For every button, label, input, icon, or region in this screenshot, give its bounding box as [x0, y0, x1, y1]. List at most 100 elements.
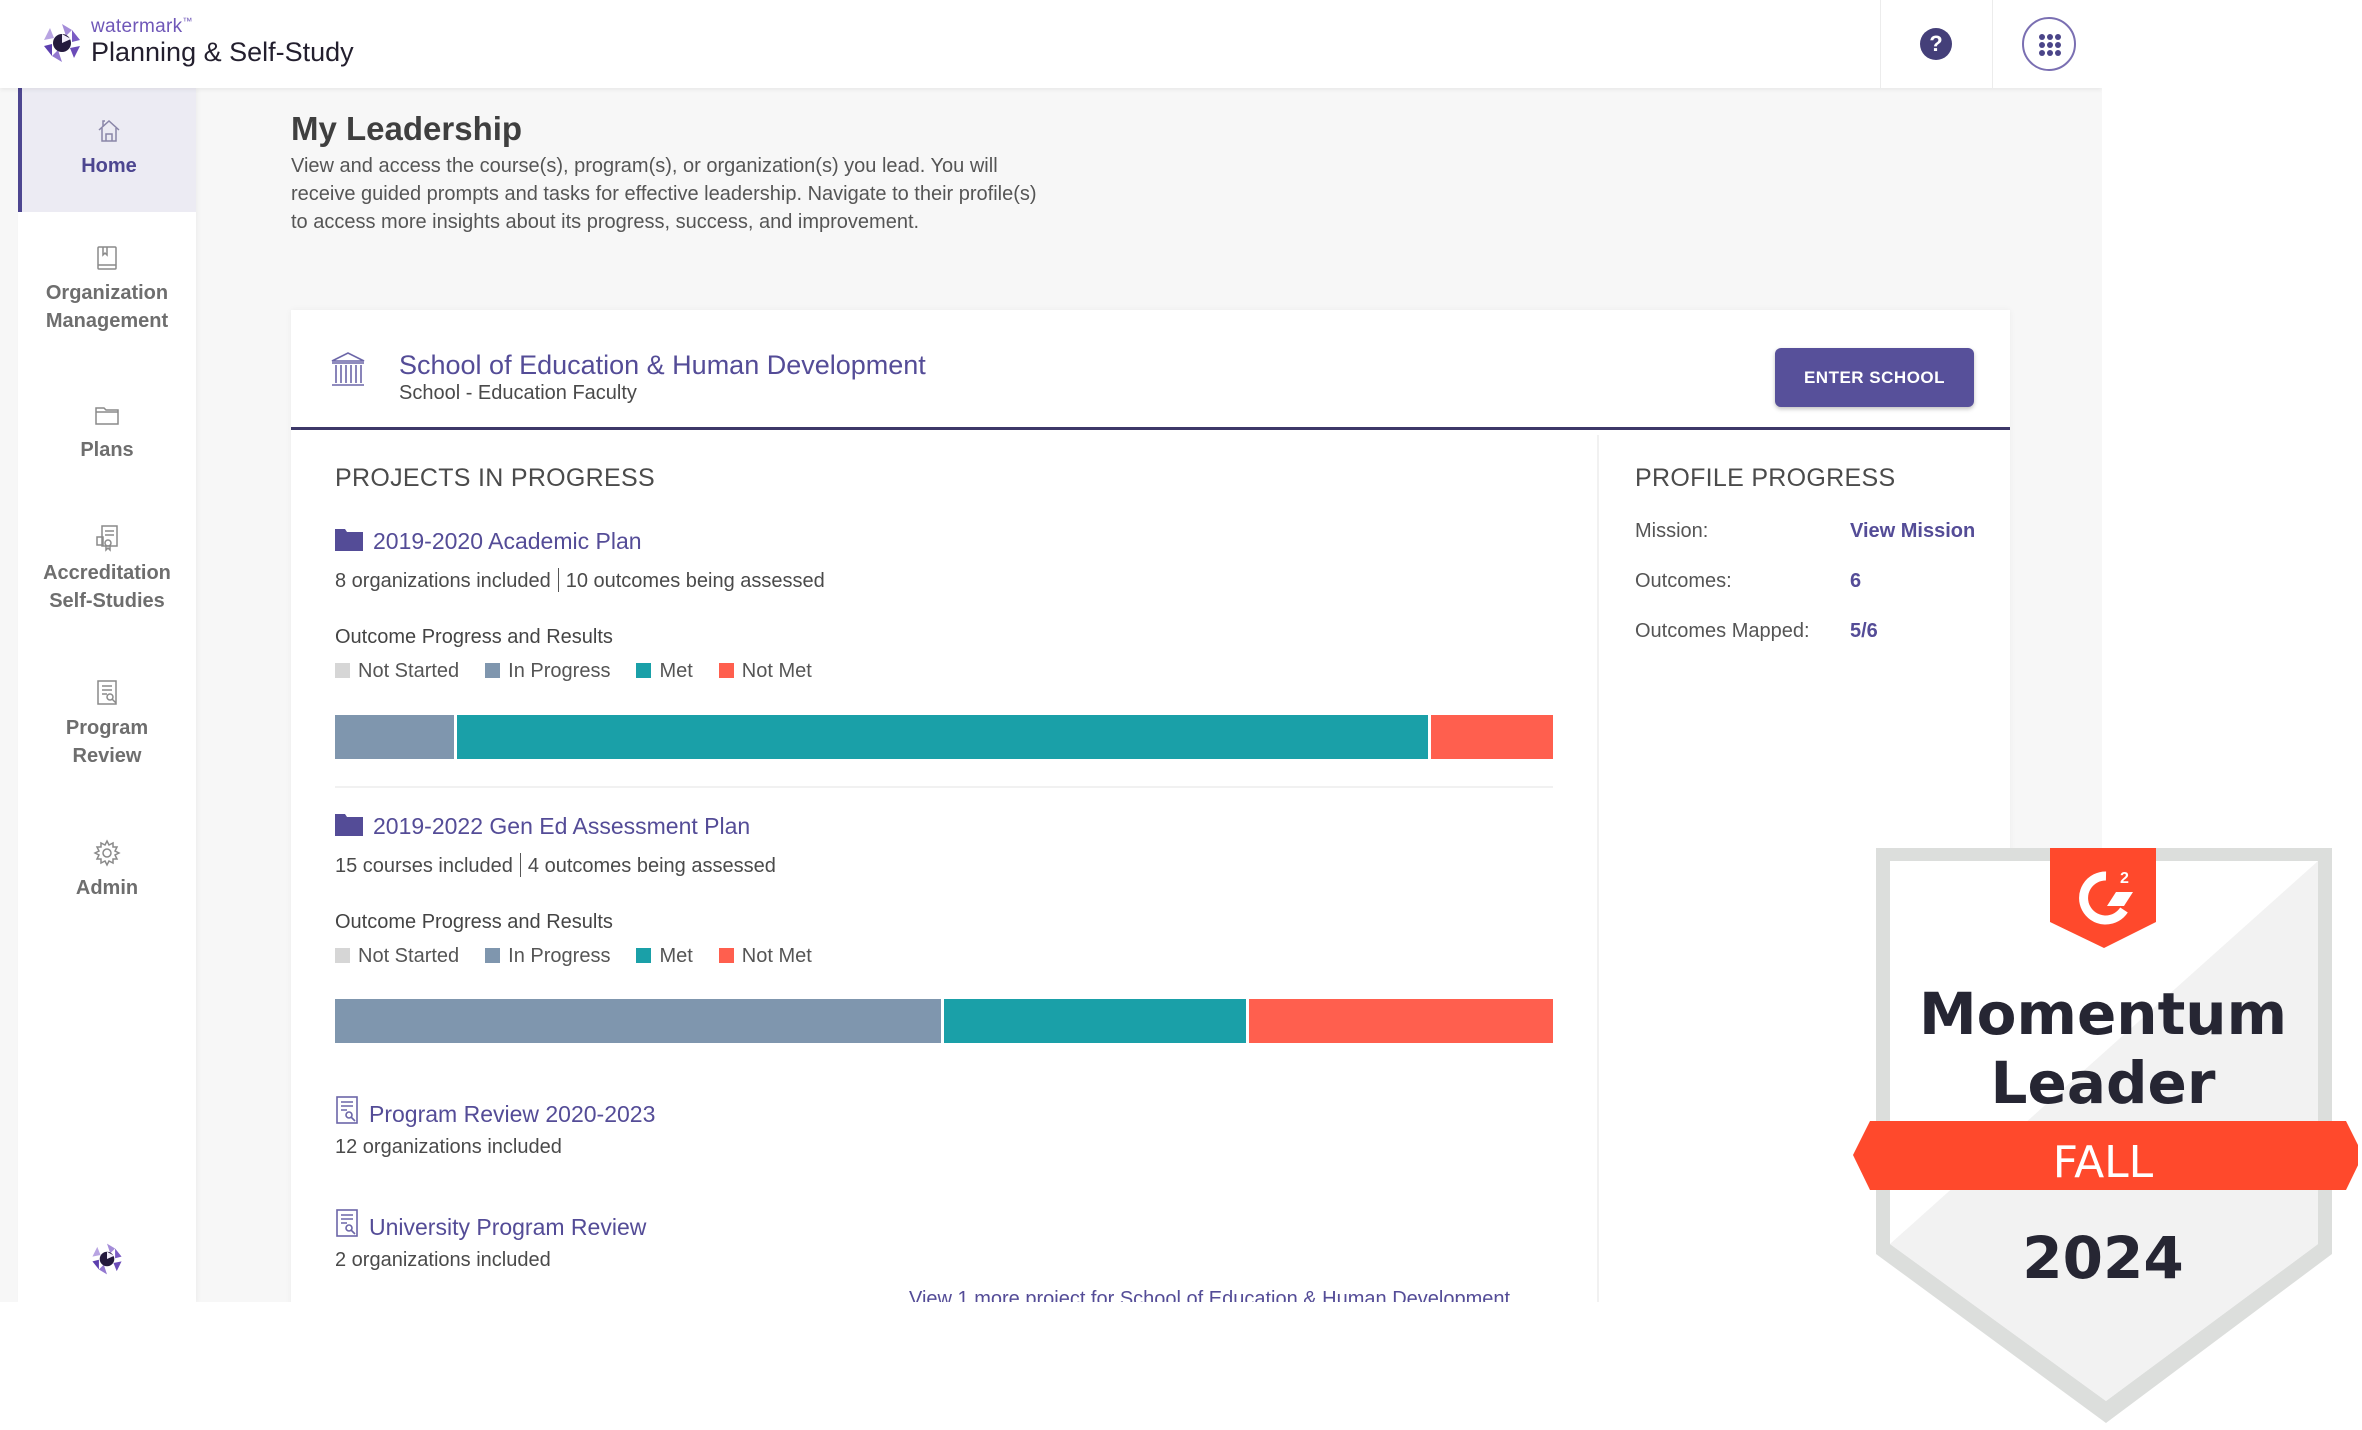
document-review-icon	[97, 680, 117, 705]
bar-segment-in-progress	[335, 715, 457, 759]
sidebar-item-program-review[interactable]: Program Review	[18, 678, 196, 770]
projects-section-title: PROJECTS IN PROGRESS	[335, 464, 655, 492]
profile-row-label: Outcomes Mapped:	[1635, 620, 1810, 642]
bar-segment-not-met	[1431, 715, 1553, 759]
legend-not-started: Not Started	[335, 660, 459, 683]
folder-icon	[95, 407, 119, 425]
sidebar-item-plans[interactable]: Plans	[18, 400, 196, 464]
bar-segment-met	[944, 999, 1249, 1043]
book-icon	[97, 246, 117, 270]
project-meta: 8 organizations included 10 outcomes bein…	[335, 568, 825, 592]
project-divider	[335, 786, 1553, 788]
document-review-icon	[336, 1096, 358, 1124]
view-mission-link[interactable]: View Mission	[1850, 520, 1975, 543]
sidebar-item-accreditation[interactable]: Accreditation Self-Studies	[18, 523, 196, 615]
school-name-link[interactable]: School of Education & Human Development	[399, 350, 926, 381]
badge-line1: Momentum	[1919, 980, 2287, 1048]
sidebar-item-label: Program Review	[65, 717, 149, 767]
legend-met: Met	[636, 945, 693, 968]
gear-icon	[93, 839, 121, 867]
watermark-logo-icon[interactable]	[42, 22, 82, 64]
school-card-header: School of Education & Human Development …	[291, 310, 2010, 430]
header-divider	[1992, 0, 1993, 88]
sidebar-item-label: Organization Management	[45, 282, 169, 332]
page-title: My Leadership	[291, 110, 523, 147]
project-link[interactable]: 2019-2020 Academic Plan	[335, 528, 642, 555]
brand-watermark: watermark™	[91, 16, 193, 37]
project-title: Program Review 2020-2023	[369, 1101, 656, 1127]
sidebar-item-admin[interactable]: Admin	[18, 838, 196, 902]
sidebar-item-label: Home	[81, 155, 137, 177]
legend-in-progress: In Progress	[485, 945, 610, 968]
home-icon	[98, 119, 120, 142]
outcome-progress-bar	[335, 999, 1553, 1043]
grid-dots-icon	[2039, 34, 2061, 56]
outcome-legend: Not Started In Progress Met Not Met	[335, 945, 838, 968]
sidebar-item-home[interactable]: Home	[18, 88, 196, 212]
outcome-legend: Not Started In Progress Met Not Met	[335, 660, 838, 683]
project-meta: 2 organizations included	[335, 1249, 551, 1271]
legend-swatch	[636, 948, 652, 963]
sidebar-item-label: Accreditation Self-Studies	[43, 562, 171, 612]
bar-segment-met	[456, 715, 1432, 759]
project-link[interactable]: Program Review 2020-2023	[335, 1096, 655, 1128]
header-divider	[1880, 0, 1881, 88]
badge-line2: Leader	[1991, 1049, 2216, 1117]
sidebar-nav: Home Organization Management Plans Accred…	[18, 88, 196, 1302]
legend-swatch	[485, 948, 501, 963]
project-meta: 12 organizations included	[335, 1136, 562, 1158]
school-card: School of Education & Human Development …	[291, 310, 2010, 1302]
top-header: watermark™ Planning & Self-Study ?	[0, 0, 2102, 88]
svg-text:2: 2	[2120, 870, 2129, 887]
outcomes-mapped-link[interactable]: 5/6	[1850, 620, 1878, 643]
folder-icon	[335, 814, 363, 836]
legend-swatch	[636, 663, 652, 678]
legend-swatch	[718, 948, 734, 963]
page-description: View and access the course(s), program(s…	[291, 155, 1037, 233]
g2-momentum-leader-badge: 2 Momentum Leader FALL 2024	[1853, 848, 2358, 1423]
badge-season: FALL	[2053, 1137, 2154, 1188]
legend-swatch	[335, 663, 350, 678]
certificate-icon	[96, 525, 118, 552]
legend-in-progress: In Progress	[485, 660, 610, 683]
document-review-icon	[336, 1209, 358, 1237]
help-button[interactable]: ?	[1920, 28, 1952, 60]
legend-swatch	[718, 663, 734, 678]
outcome-progress-label: Outcome Progress and Results	[335, 911, 613, 933]
enter-school-button[interactable]: ENTER SCHOOL	[1775, 348, 1974, 407]
product-name: Planning & Self-Study	[91, 37, 354, 67]
watermark-logo-icon	[92, 1243, 122, 1275]
legend-met: Met	[636, 660, 693, 683]
app-window: watermark™ Planning & Self-Study ? Home …	[0, 0, 2102, 1302]
bar-segment-in-progress	[335, 999, 944, 1043]
project-link[interactable]: University Program Review	[335, 1209, 646, 1241]
profile-row-label: Mission:	[1635, 520, 1709, 542]
legend-not-started: Not Started	[335, 945, 459, 968]
legend-not-met: Not Met	[718, 660, 812, 683]
bar-segment-not-met	[1248, 999, 1553, 1043]
sidebar-item-label: Admin	[75, 877, 139, 899]
legend-swatch	[335, 948, 350, 963]
sidebar-item-label: Plans	[80, 439, 134, 461]
view-more-projects-link[interactable]: View 1 more project for School of Educat…	[909, 1288, 1510, 1302]
legend-not-met: Not Met	[718, 945, 812, 968]
project-meta: 15 courses included 4 outcomes being asse…	[335, 853, 776, 877]
badge-year: 2024	[2022, 1224, 2183, 1292]
question-circle-icon: ?	[1929, 31, 1943, 56]
legend-swatch	[485, 663, 501, 678]
school-subtitle: School - Education Faculty	[399, 382, 637, 404]
folder-icon	[335, 529, 363, 551]
project-title: 2019-2020 Academic Plan	[373, 528, 642, 554]
profile-progress-title: PROFILE PROGRESS	[1635, 464, 1896, 492]
project-title: University Program Review	[369, 1214, 647, 1240]
institution-icon	[331, 352, 365, 386]
app-switcher-button[interactable]	[2022, 17, 2076, 71]
project-link[interactable]: 2019-2022 Gen Ed Assessment Plan	[335, 813, 750, 840]
sidebar-item-organization-management[interactable]: Organization Management	[18, 243, 196, 335]
outcomes-count-link[interactable]: 6	[1850, 570, 1861, 593]
outcome-progress-label: Outcome Progress and Results	[335, 626, 613, 648]
project-title: 2019-2022 Gen Ed Assessment Plan	[373, 813, 751, 839]
profile-row-label: Outcomes:	[1635, 570, 1732, 592]
column-divider	[1597, 435, 1599, 1302]
outcome-progress-bar	[335, 715, 1553, 759]
